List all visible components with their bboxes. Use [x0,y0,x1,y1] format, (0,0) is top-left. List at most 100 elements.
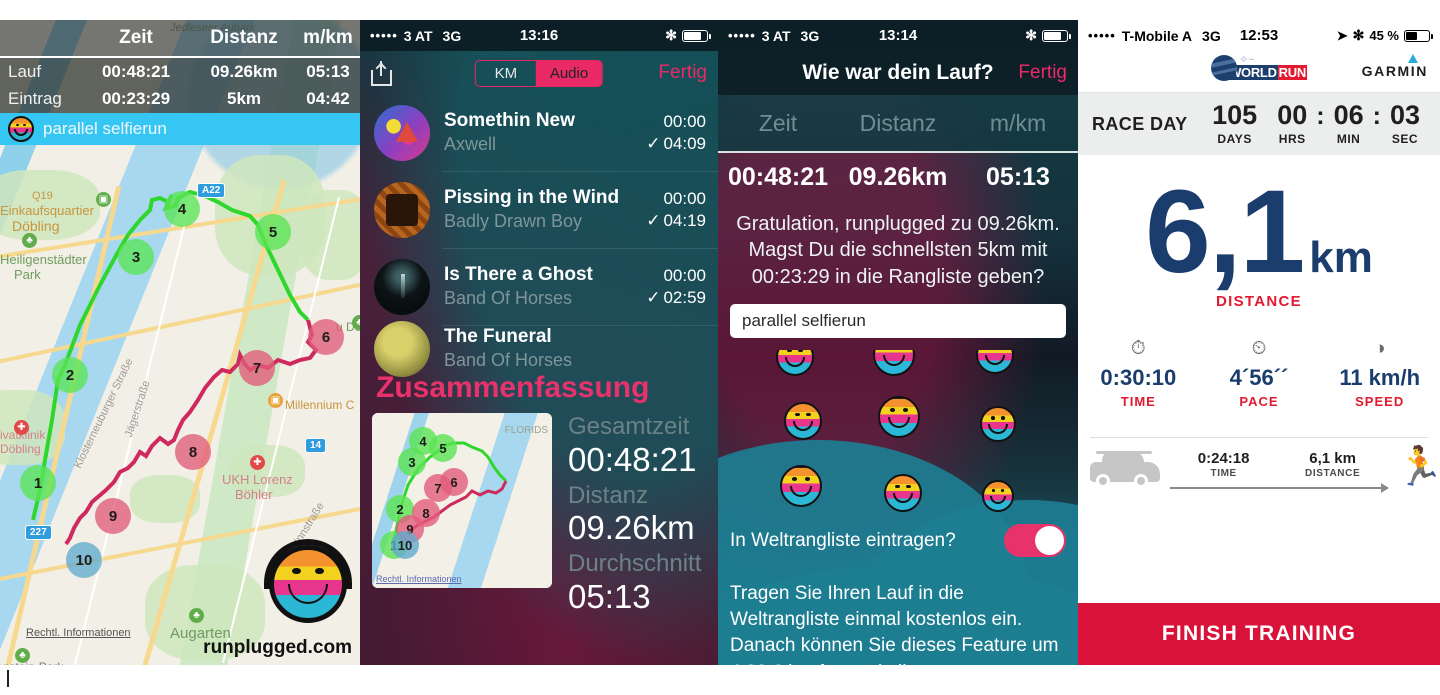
run-name-input[interactable]: parallel selfierun [730,304,1066,339]
congrats-message: Gratulation, runplugged zu 09.26km. Mags… [736,213,1060,288]
summary-section: Zusammenfassung 1 2 3 4 5 6 [360,365,718,665]
stats-value-row: 00:48:21 09.26km 05:13 [718,153,1078,201]
row-label: Eintrag [8,89,62,108]
track-row[interactable]: Somethin New Axwell 00:00 ✓ 04:09 [360,95,718,171]
stat-value: 0:30:10 [1100,364,1177,390]
summary-label: Gesamtzeit [568,413,690,440]
check-icon: ✓ [646,134,661,153]
km-audio-segmented-control[interactable]: KM Audio [474,59,604,87]
summary-value: 09.26km [568,509,695,547]
segment-audio[interactable]: Audio [535,60,603,86]
row-pace: 04:42 [306,89,350,108]
map-label: Heiligenstädter [0,252,87,267]
bluetooth-icon: ✻ [665,27,677,43]
brand-bar: ✧~ WORLD RUN GARMIN [1078,51,1440,93]
header-distanz: Distanz [210,27,278,48]
map-poi-park: ♣ [22,233,37,248]
mini-map-label: FLORIDS [504,425,548,436]
run-name-bar[interactable]: parallel selfierun [0,113,360,145]
map-poi-park: ♣ [189,608,204,623]
leaderboard-toggle[interactable] [1004,524,1066,557]
summary-mini-map[interactable]: 1 2 3 4 5 6 7 8 9 10 FLORIDS Rechtl. Inf… [372,413,552,588]
carrier-label: T-Mobile A [1121,27,1193,44]
carrier-label: 3 AT [761,27,791,44]
map-shield-227: 227 [25,525,52,540]
panel-leaderboard-prompt: ••••• 3 AT 3G 13:14 ✻ Wie war dein Lauf?… [718,20,1078,665]
done-button[interactable]: Fertig [658,62,707,84]
map-label: Millennium C [285,398,355,412]
catcher-car-icon [1088,450,1162,488]
bluetooth-icon: ✻ [1025,27,1037,43]
signal-dots-icon: ••••• [370,28,398,43]
race-day-bar: RACE DAY 105 DAYS 00 HRS : 06 MIN : 03 SEC [1078,93,1440,155]
route-marker[interactable]: 1 [20,465,56,501]
map-label: Böhler [235,487,273,502]
runplugged-smiley-icon [8,116,34,142]
stat-value: 4´56´´ [1229,364,1289,390]
header-zeit: Zeit [758,109,798,136]
battery-icon [1404,29,1433,42]
route-marker[interactable]: 2 [52,357,88,393]
location-arrow-icon: ➤ [1336,27,1348,43]
mini-map-legal-link[interactable]: Rechtl. Informationen [376,574,462,584]
signal-dots-icon: ••••• [1088,28,1116,43]
route-marker[interactable]: 9 [95,498,131,534]
emoji-smiley [884,474,922,512]
map-legal-link[interactable]: Rechtl. Informationen [26,627,131,639]
stat-caption: SPEED [1355,393,1405,409]
chase-time-caption: TIME [1210,468,1237,480]
table-row: Eintrag 00:23:29 5km 04:42 [0,85,360,113]
days-value: 105 [1212,100,1258,130]
chase-distance-caption: DISTANCE [1305,468,1361,480]
row-zeit: 00:23:29 [101,89,171,108]
mini-marker: 7 [424,474,452,502]
min-unit: MIN [1336,132,1361,146]
map-poi-shopping: ▣ [268,393,283,408]
panel-row: Jedleseer Aupark Q19 Einkaufsquartier Dö… [0,20,1440,665]
track-artist: Axwell [444,134,497,155]
album-art [374,105,430,161]
value-pace: 05:13 [986,162,1050,191]
stats-header-row: Zeit Distanz m/km [718,95,1078,153]
segment-km[interactable]: KM [476,61,536,86]
track-played: 00:00 [663,112,706,132]
header-pace: m/km [989,109,1047,136]
track-row[interactable]: Pissing in the Wind Badly Drawn Boy 00:0… [360,172,718,248]
mini-marker: 10 [391,531,419,559]
runner-icon: 🏃 [1396,445,1440,488]
share-icon[interactable] [371,60,392,86]
bluetooth-icon: ✻ [1352,27,1365,43]
map-poi-hospital: ✚ [14,420,29,435]
garmin-triangle-icon [1408,54,1418,63]
panel-map-summary: Jedleseer Aupark Q19 Einkaufsquartier Dö… [0,20,360,665]
globe-icon [1211,55,1238,81]
row-pace: 05:13 [306,61,350,81]
leaderboard-footer-text: Tragen Sie Ihren Lauf in die Weltranglis… [730,583,1059,665]
map-label: Q19 [32,190,53,202]
track-title: Somethin New [444,110,575,132]
route-marker[interactable]: 10 [66,542,102,578]
finish-training-button[interactable]: FINISH TRAINING [1078,603,1440,665]
route-marker[interactable]: 6 [308,319,344,355]
route-marker[interactable]: 7 [239,350,275,386]
chase-distance-value: 6,1 km [1309,450,1356,468]
route-marker[interactable]: 4 [164,191,200,227]
colon-separator: : [1372,102,1381,130]
map-label: Döbling [0,442,41,456]
emoji-smiley [776,350,814,376]
track-row[interactable]: Is There a Ghost Band Of Horses 00:00 ✓ 0… [360,249,718,325]
route-marker[interactable]: 8 [175,434,211,470]
map-label: UKH Lorenz [222,472,293,487]
speed-icon: ◑ [1373,337,1386,359]
signal-dots-icon: ••••• [728,28,756,43]
stopwatch-icon: ⏱ [1130,337,1146,359]
nav-title: Wie war dein Lauf? [802,61,994,84]
emoji-smiley [784,402,822,440]
stat-value: 11 km/h [1339,364,1421,390]
done-button[interactable]: Fertig [1018,62,1067,84]
route-marker[interactable]: 5 [255,214,291,250]
nav-bar: Wie war dein Lauf? Fertig [718,51,1078,95]
track-title: Pissing in the Wind [444,187,620,209]
route-marker[interactable]: 3 [118,239,154,275]
row-label: Lauf [8,61,42,81]
